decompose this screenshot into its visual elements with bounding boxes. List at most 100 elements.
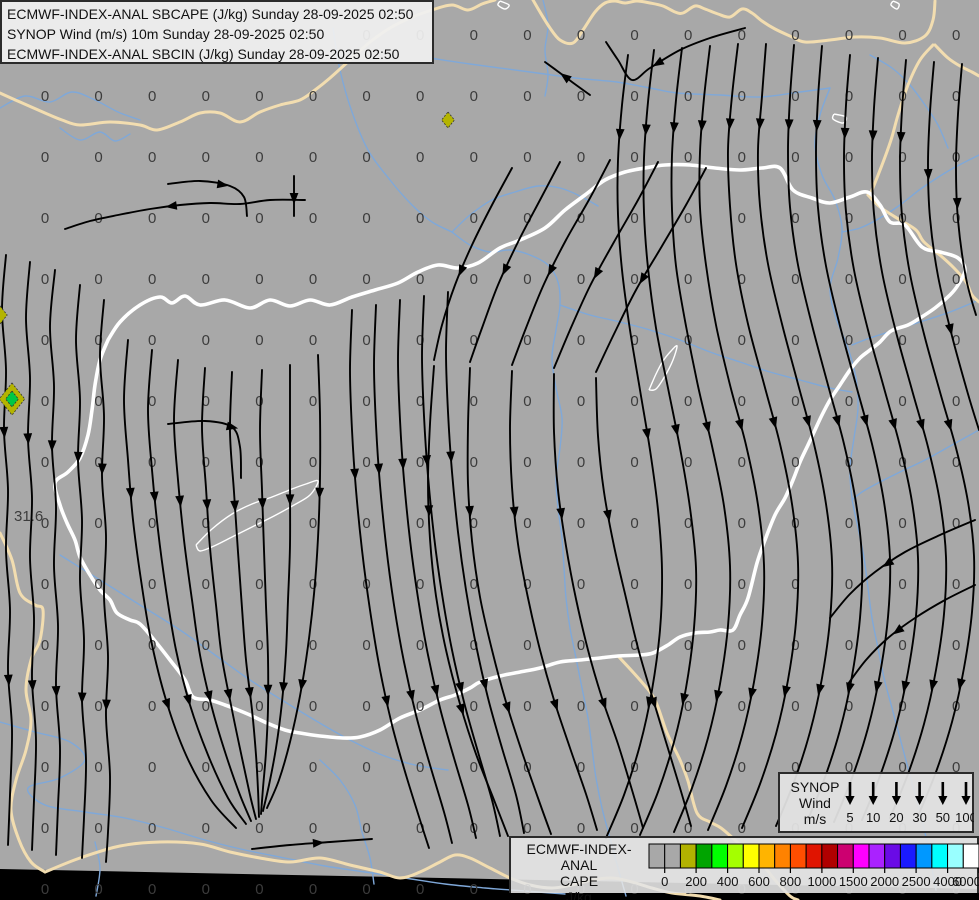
cape-color-cell [711, 843, 729, 869]
sbcin-value-label: 0 [470, 698, 478, 715]
sbcin-value-label: 0 [202, 210, 210, 227]
sbcin-value-label: 0 [577, 820, 585, 837]
cape-color-cell [962, 843, 979, 869]
sbcin-value-label: 0 [577, 149, 585, 166]
sbcin-value-label: 0 [255, 698, 263, 715]
sbcin-value-label: 0 [791, 454, 799, 471]
sbcin-value-label: 0 [898, 27, 906, 44]
sbcin-value-label: 0 [738, 576, 746, 593]
sbcin-value-label: 0 [362, 88, 370, 105]
sbcin-value-label: 0 [738, 515, 746, 532]
title-line-wind: SYNOP Wind (m/s) 10m Sunday 28-09-2025 0… [7, 26, 325, 42]
sbcin-value-label: 0 [577, 698, 585, 715]
sbcin-value-label: 0 [416, 881, 424, 898]
sbcin-value-label: 0 [362, 332, 370, 349]
cape-tick-label: 1000 [807, 874, 836, 889]
wind-speed-arrowhead-icon [938, 796, 948, 805]
sbcin-value-label: 0 [202, 698, 210, 715]
sbcin-value-label: 0 [255, 88, 263, 105]
sbcin-value-label: 0 [41, 820, 49, 837]
cape-legend-title-line: ECMWF-INDEX-ANAL [526, 841, 632, 873]
sbcin-value-label: 0 [94, 88, 102, 105]
sbcin-value-label: 0 [577, 393, 585, 410]
sbcin-value-label: 0 [791, 698, 799, 715]
synop-arrow-scale: 5 10 20 30 50 100 [845, 782, 974, 825]
sbcin-value-label: 0 [898, 637, 906, 654]
sbcin-value-label: 0 [41, 454, 49, 471]
sbcin-value-label: 0 [684, 149, 692, 166]
sbcin-value-label: 0 [523, 332, 531, 349]
sbcin-value-label: 0 [577, 637, 585, 654]
cape-color-cell [742, 843, 760, 869]
sbcin-value-label: 0 [94, 515, 102, 532]
sbcin-value-label: 0 [255, 637, 263, 654]
sbcin-value-label: 0 [630, 698, 638, 715]
sbcin-value-label: 0 [41, 881, 49, 898]
sbcin-value-label: 0 [470, 271, 478, 288]
sbcin-value-label: 0 [202, 820, 210, 837]
cape-tick-label: 0 [661, 874, 668, 889]
sbcin-value-label: 0 [684, 698, 692, 715]
sbcin-value-label: 0 [255, 149, 263, 166]
sbcin-value-label: 0 [952, 637, 960, 654]
sbcin-value-label: 0 [470, 27, 478, 44]
sbcin-value-label: 0 [577, 576, 585, 593]
cape-color-cell [884, 843, 901, 869]
cape-tick-label: 2500 [902, 874, 931, 889]
sbcin-value-label: 0 [94, 637, 102, 654]
sbcin-value-label: 0 [148, 88, 156, 105]
sbcin-value-label: 0 [255, 393, 263, 410]
sbcin-value-label: 0 [416, 271, 424, 288]
sbcin-value-label: 0 [255, 820, 263, 837]
sbcin-value-label: 0 [898, 393, 906, 410]
sbcin-value-label: 0 [470, 881, 478, 898]
cape-color-cell [789, 843, 807, 869]
sbcin-value-label: 0 [362, 393, 370, 410]
wind-speed-arrowhead-icon [845, 796, 855, 805]
sbcin-value-label: 0 [255, 454, 263, 471]
sbcin-value-label: 0 [523, 271, 531, 288]
synop-legend-title-line: SYNOP [790, 779, 840, 795]
sbcin-value-label: 0 [362, 515, 370, 532]
sbcin-value-label: 0 [845, 393, 853, 410]
sbcin-value-label: 0 [630, 149, 638, 166]
sbcin-value-label: 0 [577, 454, 585, 471]
sbcin-value-label: 0 [738, 637, 746, 654]
sbcin-value-label: 0 [94, 698, 102, 715]
sbcin-value-label: 0 [309, 515, 317, 532]
sbcin-value-label: 0 [416, 210, 424, 227]
sbcin-value-label: 0 [523, 393, 531, 410]
sbcin-value-label: 0 [523, 88, 531, 105]
sbcin-value-label: 0 [255, 271, 263, 288]
sbcin-value-label: 0 [94, 881, 102, 898]
sbcin-value-label: 0 [94, 393, 102, 410]
sbcin-value-label: 0 [362, 698, 370, 715]
sbcin-value-label: 0 [684, 88, 692, 105]
sbcin-value-label: 0 [94, 149, 102, 166]
sbcin-value-label: 0 [309, 759, 317, 776]
sbcin-value-label: 0 [845, 149, 853, 166]
sbcin-value-label: 0 [791, 88, 799, 105]
cape-color-cell [899, 843, 917, 869]
sbcin-value-label: 0 [309, 881, 317, 898]
sbcin-value-label: 0 [845, 576, 853, 593]
sbcin-value-label: 0 [684, 759, 692, 776]
sbcin-value-label: 0 [684, 393, 692, 410]
cape-tick-label: 6000 [952, 874, 979, 889]
cape-tick-label: 600 [748, 874, 770, 889]
sbcin-value-label: 0 [952, 393, 960, 410]
title-line-sbcape: ECMWF-INDEX-ANAL SBCAPE (J/kg) Sunday 28… [7, 6, 414, 22]
sbcin-value-label: 0 [41, 393, 49, 410]
sbcin-value-label: 0 [416, 759, 424, 776]
sbcin-value-label: 0 [684, 271, 692, 288]
sbcin-value-label: 0 [255, 210, 263, 227]
sbcin-value-label: 0 [845, 637, 853, 654]
wind-speed-label: 10 [866, 810, 880, 825]
wind-speed-arrowhead-icon [915, 796, 925, 805]
station-value-label: 31.6 [14, 508, 43, 525]
sbcin-value-label: 0 [952, 576, 960, 593]
sbcin-value-label: 0 [309, 271, 317, 288]
sbcin-value-label: 0 [202, 332, 210, 349]
sbcin-value-label: 0 [845, 271, 853, 288]
sbcin-value-label: 0 [684, 576, 692, 593]
